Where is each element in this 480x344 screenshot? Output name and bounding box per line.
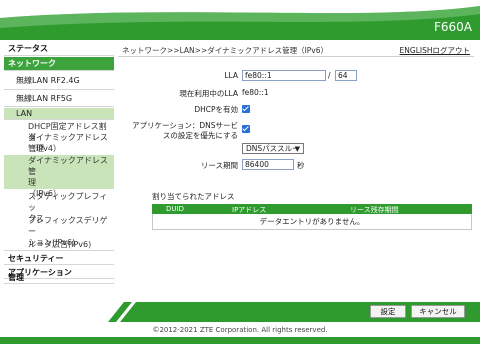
breadcrumb: ネットワーク>>LAN>>ダイナミックアドレス管理（IPv6） bbox=[122, 46, 329, 55]
sidebar-item-wlan-5g[interactable]: 無線LAN RF5G bbox=[4, 91, 114, 107]
table-header-ip: IPアドレス bbox=[232, 206, 267, 214]
sidebar-item-wlan-24g[interactable]: 無線LAN RF2.4G bbox=[4, 72, 114, 90]
dns-mode-select-value: DNSパススルー bbox=[246, 144, 300, 153]
dns-mode-select[interactable]: DNSパススルー ▼ bbox=[242, 143, 304, 154]
footer-decoration bbox=[0, 302, 480, 322]
lease-label: リース期間 bbox=[200, 161, 238, 170]
assigned-address-table: DUID IPアドレス リース残存期間 データエントリがありません。 bbox=[152, 204, 472, 230]
dhcp-enable-label: DHCPを有効 bbox=[194, 105, 238, 114]
sidebar-item-lan[interactable]: LAN bbox=[4, 108, 114, 120]
current-lla-label: 現在利用中のLLA bbox=[179, 89, 238, 98]
current-lla-value: fe80::1 bbox=[242, 88, 269, 97]
lla-label: LLA bbox=[224, 71, 238, 80]
apply-button[interactable]: 設定 bbox=[370, 305, 406, 318]
footer-banner bbox=[0, 302, 480, 322]
table-header-lease-remaining: リース残存期間 bbox=[350, 206, 399, 214]
sidebar-item-security[interactable]: セキュリティー bbox=[4, 252, 114, 265]
table-empty-row: データエントリがありません。 bbox=[152, 214, 472, 230]
header-decoration bbox=[0, 0, 480, 40]
header-banner: F660A bbox=[0, 0, 480, 40]
breadcrumb-divider bbox=[118, 56, 474, 57]
sidebar-item-prefix-delegation-line1: プレフィックスデリゲー bbox=[28, 216, 108, 236]
lla-separator: / bbox=[328, 71, 331, 80]
sidebar-item-static-prefix-line1: スタティックプレフィッ bbox=[28, 192, 108, 212]
dhcp-enable-checkbox[interactable] bbox=[242, 105, 250, 113]
copyright-text: ©2012-2021 ZTE Corporation. All rights r… bbox=[152, 326, 328, 334]
sidebar-item-network[interactable]: ネットワーク bbox=[4, 57, 114, 71]
lease-input[interactable]: 86400 bbox=[242, 159, 294, 170]
sidebar-item-dynamic-v6-line2: 理 bbox=[28, 178, 36, 187]
lease-unit: 秒 bbox=[297, 161, 305, 170]
sidebar-item-status[interactable]: ステータス bbox=[4, 42, 114, 56]
language-logout-link[interactable]: ENGLISHログアウト bbox=[400, 45, 470, 56]
main-content: ネットワーク>>LAN>>ダイナミックアドレス管理（IPv6） ENGLISHロ… bbox=[118, 42, 474, 282]
cancel-button[interactable]: キャンセル bbox=[411, 305, 465, 318]
bottom-bar bbox=[0, 337, 480, 344]
device-model: F660A bbox=[433, 20, 472, 34]
dns-priority-label-line2: スの設定を優先にする bbox=[162, 131, 238, 140]
dns-priority-checkbox[interactable] bbox=[242, 125, 250, 133]
sidebar-item-dynamic-v6-line1: ダイナミックアドレス管 bbox=[28, 156, 108, 176]
assigned-address-title: 割り当てられたアドレス bbox=[152, 192, 235, 201]
sidebar-item-router-adv[interactable]: ルータ広告(IPv6) bbox=[4, 239, 114, 251]
lla-prefix-input[interactable]: 64 bbox=[335, 70, 357, 81]
chevron-down-icon: ▼ bbox=[294, 145, 300, 153]
table-header-duid: DUID bbox=[166, 205, 184, 213]
sidebar-item-management[interactable]: 管理 bbox=[4, 271, 114, 284]
lla-input[interactable]: fe80::1 bbox=[242, 70, 326, 81]
table-header-row: DUID IPアドレス リース残存期間 bbox=[152, 204, 472, 214]
sidebar-item-dynamic-v6[interactable]: ダイナミックアドレス管 理 （IPv6） bbox=[4, 155, 114, 198]
sidebar-item-dynamic-v4-line2[interactable]: （IPv4） bbox=[4, 143, 114, 154]
sidebar: ステータス ネットワーク 無線LAN RF2.4G 無線LAN RF5G LAN… bbox=[4, 42, 114, 282]
